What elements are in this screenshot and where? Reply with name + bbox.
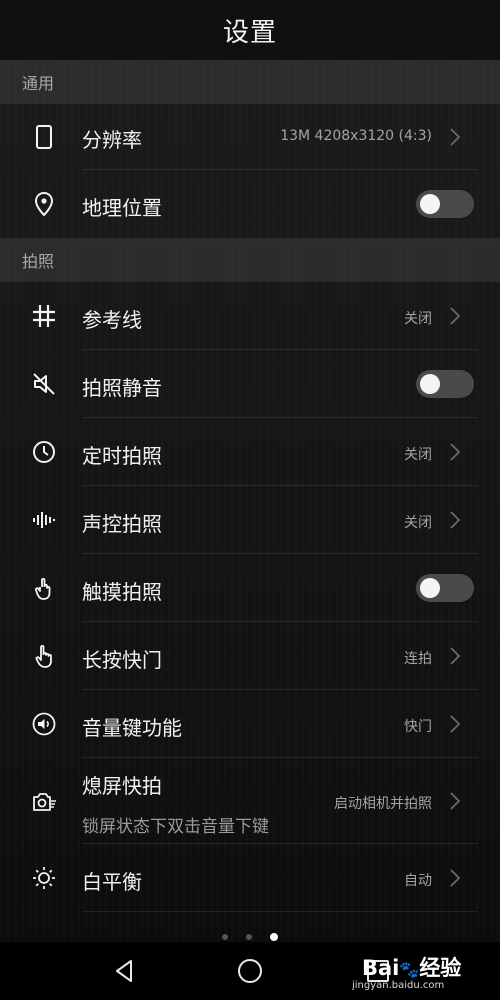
setting-value-volumekey: 快门	[404, 719, 432, 735]
setting-value-whitebalance: 自动	[404, 873, 432, 889]
setting-label-timer: 定时拍照	[82, 444, 162, 468]
setting-value-ultrasnap: 启动相机并拍照	[334, 796, 432, 812]
hand-press-icon	[30, 642, 58, 670]
back-icon[interactable]	[108, 955, 140, 987]
setting-row-timer[interactable]: 定时拍照 关闭	[0, 418, 500, 486]
section-label-general: 通用	[22, 74, 55, 93]
setting-value-grid: 关闭	[404, 311, 432, 327]
volume-icon	[30, 710, 58, 738]
watermark-url: jingyan.baidu.com	[352, 980, 445, 991]
toggle-knob	[420, 194, 440, 214]
baidu-jingyan-watermark: Bai🐾经验 jingyan.baidu.com	[352, 950, 492, 996]
setting-row-ultrasnap[interactable]: 熄屏快拍 锁屏状态下双击音量下键 启动相机并拍照	[0, 758, 500, 844]
setting-label-whitebalance: 白平衡	[82, 870, 142, 894]
setting-label-location: 地理位置	[82, 196, 162, 220]
setting-value-timer: 关闭	[404, 447, 432, 463]
chevron-right-icon	[448, 714, 462, 734]
watermark-logo: Bai🐾经验	[362, 956, 462, 980]
setting-value-longpress: 连拍	[404, 651, 432, 667]
page-dot-active[interactable]	[270, 933, 278, 941]
section-label-photo: 拍照	[22, 252, 55, 271]
setting-label-ultrasnap: 熄屏快拍	[82, 774, 162, 798]
setting-row-mute[interactable]: 拍照静音	[0, 350, 500, 418]
mute-toggle[interactable]	[416, 370, 474, 398]
page-dot[interactable]	[222, 934, 228, 940]
setting-row-touch[interactable]: 触摸拍照	[0, 554, 500, 622]
setting-row-whitebalance[interactable]: 白平衡 自动	[0, 844, 500, 912]
chevron-right-icon	[448, 510, 462, 530]
setting-row-grid[interactable]: 参考线 关闭	[0, 282, 500, 350]
touch-toggle[interactable]	[416, 574, 474, 602]
setting-row-volumekey[interactable]: 音量键功能 快门	[0, 690, 500, 758]
setting-row-voice[interactable]: 声控拍照 关闭	[0, 486, 500, 554]
settings-screen: 设置 通用 分辨率 13M 4208x3120 (4:3) 地理位置 拍照 参考…	[0, 0, 500, 1000]
speaker-muted-icon	[30, 370, 58, 398]
location-pin-icon	[30, 190, 58, 218]
sound-wave-icon	[30, 506, 58, 534]
chevron-right-icon	[448, 646, 462, 666]
setting-row-longpress[interactable]: 长按快门 连拍	[0, 622, 500, 690]
chevron-right-icon	[448, 306, 462, 326]
location-toggle[interactable]	[416, 190, 474, 218]
home-icon[interactable]	[234, 955, 266, 987]
chevron-right-icon	[448, 868, 462, 888]
setting-label-grid: 参考线	[82, 308, 142, 332]
paw-icon: 🐾	[399, 960, 420, 979]
setting-label-longpress: 长按快门	[82, 648, 162, 672]
chevron-right-icon	[448, 791, 462, 811]
setting-sublabel-ultrasnap: 锁屏状态下双击音量下键	[82, 817, 269, 837]
setting-row-resolution[interactable]: 分辨率 13M 4208x3120 (4:3)	[0, 104, 500, 170]
chevron-right-icon	[448, 127, 462, 147]
setting-label-mute: 拍照静音	[82, 376, 162, 400]
setting-label-voice: 声控拍照	[82, 512, 162, 536]
setting-value-resolution: 13M 4208x3120 (4:3)	[280, 128, 432, 144]
grid-icon	[30, 302, 58, 330]
setting-label-volumekey: 音量键功能	[82, 716, 182, 740]
toggle-knob	[420, 374, 440, 394]
setting-value-voice: 关闭	[404, 515, 432, 531]
touch-finger-icon	[30, 574, 58, 602]
camera-snap-icon	[30, 788, 58, 816]
clock-icon	[30, 438, 58, 466]
phone-outline-icon	[30, 123, 58, 151]
page-title: 设置	[222, 17, 277, 48]
setting-label-touch: 触摸拍照	[82, 580, 162, 604]
setting-label-resolution: 分辨率	[82, 128, 142, 152]
setting-row-location[interactable]: 地理位置	[0, 170, 500, 238]
chevron-right-icon	[448, 442, 462, 462]
section-header-general: 通用	[0, 60, 500, 104]
section-header-photo: 拍照	[0, 238, 500, 282]
title-bar: 设置	[0, 0, 500, 60]
page-dot[interactable]	[246, 934, 252, 940]
toggle-knob	[420, 578, 440, 598]
row-divider	[82, 911, 478, 912]
sun-icon	[30, 864, 58, 892]
